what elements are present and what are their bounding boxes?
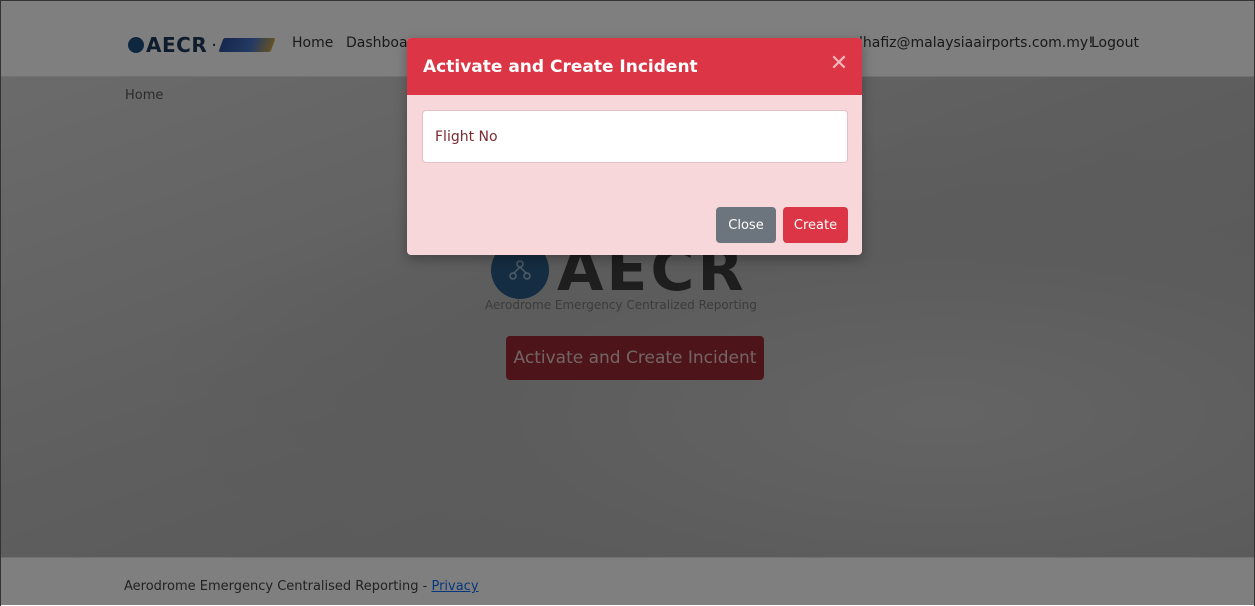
modal-title: Activate and Create Incident	[423, 56, 698, 77]
flight-no-input[interactable]	[422, 110, 848, 163]
modal-header: Activate and Create Incident ✕	[407, 38, 862, 95]
close-button[interactable]: Close	[716, 207, 776, 243]
create-incident-modal: Activate and Create Incident ✕ Close Cre…	[407, 38, 862, 255]
close-icon[interactable]: ✕	[829, 53, 849, 75]
create-button[interactable]: Create	[783, 207, 848, 243]
